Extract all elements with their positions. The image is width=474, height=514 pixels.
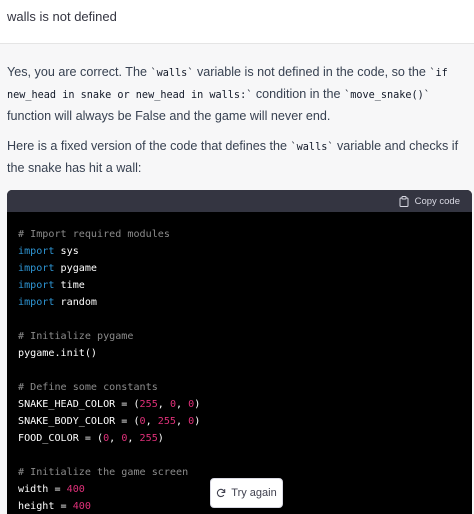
code-token: SNAKE_BODY_COLOR = ( [18,416,140,427]
code-token: random [54,297,98,308]
code-token: ) [194,399,201,410]
keyword-token: import [18,297,55,308]
code-block: Copy code # Import required modules impo… [7,190,472,514]
code-token: FOOD_COLOR = ( [18,433,104,444]
answer-paragraph-2: Here is a fixed version of the code that… [7,136,469,179]
code-token: , [109,433,122,444]
try-again-button[interactable]: Try again [210,478,283,508]
code-token: , [176,399,189,410]
code-token: height = [18,501,73,512]
para1-text-3: condition in the [252,87,345,101]
code-line: import random [18,294,200,311]
user-message-text: walls is not defined [7,9,117,24]
code-token: , [127,433,140,444]
code-token: ) [157,433,164,444]
number-token: 400 [72,501,91,512]
code-line: # Initialize the game screen [18,467,189,478]
inline-code-walls-2: `walls` [290,142,334,153]
code-line: pygame.init() [18,348,98,359]
code-token: ) [194,416,201,427]
code-token: SNAKE_HEAD_COLOR = ( [18,399,140,410]
code-token: , [145,416,158,427]
number-token: 400 [66,484,85,495]
code-line: SNAKE_HEAD_COLOR = (255, 0, 0) [18,396,200,413]
code-line: import time [18,277,200,294]
code-line: import pygame [18,260,200,277]
code-line: height = 400 [18,498,200,514]
number-token: 255 [139,399,158,410]
keyword-token: import [18,263,55,274]
code-content: # Import required modules import sys imp… [18,226,200,514]
inline-code-walls: `walls` [150,68,194,79]
code-line: import sys [18,243,200,260]
keyword-token: import [18,280,55,291]
refresh-icon [217,488,226,498]
answer-paragraph-1: Yes, you are correct. The `walls` variab… [7,62,469,127]
code-token: , [157,399,170,410]
inline-code-move-snake: `move_snake()` [344,90,430,101]
user-message: walls is not defined [0,0,474,44]
para2-text-1: Here is a fixed version of the code that… [7,139,291,153]
clipboard-icon [399,195,409,207]
number-token: 255 [157,416,177,427]
code-line: width = 400 [18,481,200,498]
code-line: # Import required modules [18,229,170,240]
code-line: SNAKE_BODY_COLOR = (0, 255, 0) [18,413,200,430]
code-token: , [176,416,189,427]
code-token: time [54,280,85,291]
code-token: width = [18,484,67,495]
assistant-message: Yes, you are correct. The `walls` variab… [0,44,474,514]
try-again-label: Try again [231,487,277,499]
copy-code-button[interactable]: Copy code [399,195,460,207]
code-token: sys [54,246,79,257]
para1-text-2: variable is not defined in the code, so … [193,65,430,79]
para1-text-4: function will always be False and the ga… [7,109,331,123]
para1-text-1: Yes, you are correct. The [7,65,151,79]
number-token: 255 [139,433,158,444]
copy-code-label: Copy code [414,195,460,207]
code-token: pygame [54,263,98,274]
keyword-token: import [18,246,55,257]
code-block-header: Copy code [7,190,472,212]
code-line: # Define some constants [18,382,158,393]
code-line: # Initialize pygame [18,331,134,342]
code-line: FOOD_COLOR = (0, 0, 255) [18,430,200,447]
